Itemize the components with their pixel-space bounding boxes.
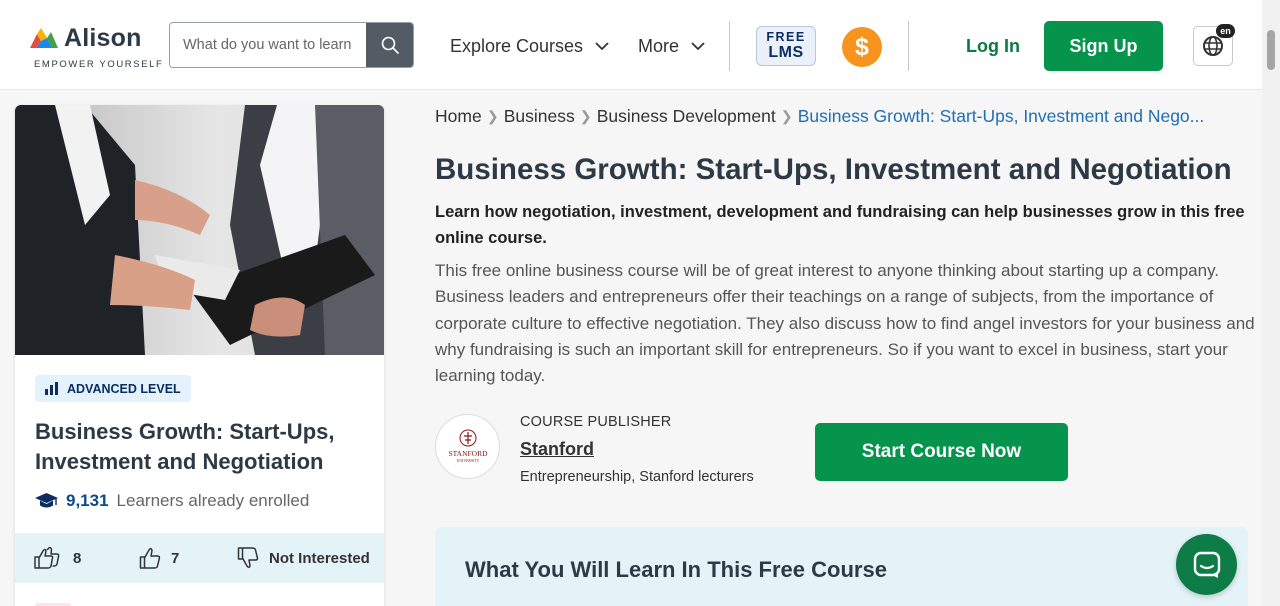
- course-card: ADVANCED LEVEL Business Growth: Start-Up…: [15, 105, 384, 606]
- more-label: More: [638, 36, 680, 56]
- globe-icon: [1203, 36, 1223, 56]
- search-input[interactable]: [170, 23, 367, 67]
- stanford-seal-icon: STANFORD UNIVERSITY: [448, 429, 488, 463]
- language-badge: en: [1216, 24, 1235, 38]
- rating-bar: 8 7 Not Interested: [15, 533, 384, 583]
- signup-button[interactable]: Sign Up: [1044, 21, 1163, 71]
- card-course-title: Business Growth: Start-Ups, Investment a…: [35, 419, 335, 474]
- header-divider: [729, 21, 730, 71]
- learners-count: 9,131: [66, 491, 109, 510]
- likes-button[interactable]: 8: [33, 547, 81, 569]
- breadcrumb-home[interactable]: Home: [435, 106, 482, 127]
- search-box: [169, 22, 414, 68]
- explore-courses-label: Explore Courses: [450, 36, 584, 56]
- breadcrumb-current[interactable]: Business Growth: Start-Ups, Investment a…: [798, 106, 1205, 127]
- not-interested-label: Not Interested: [269, 549, 370, 567]
- stanford-logo-sub: UNIVERSITY: [456, 459, 479, 463]
- likes-count: 8: [73, 549, 82, 567]
- what-you-will-learn-section: What You Will Learn In This Free Course: [435, 527, 1248, 606]
- logo-tagline: EMPOWER YOURSELF: [34, 59, 164, 70]
- breadcrumb-business[interactable]: Business: [504, 106, 575, 127]
- free-lms-line2: LMS: [768, 43, 804, 61]
- publisher-label: COURSE PUBLISHER: [520, 414, 672, 430]
- alison-logo[interactable]: Alison EMPOWER YOURSELF: [30, 24, 162, 72]
- thumbs-down-icon: [237, 547, 259, 569]
- scrollbar-thumb[interactable]: [1267, 30, 1275, 70]
- more-menu[interactable]: More: [638, 36, 705, 57]
- publisher-description: Entrepreneurship, Stanford lecturers: [520, 469, 754, 485]
- alison-logo-icon: [30, 28, 58, 48]
- top-header: Alison EMPOWER YOURSELF Explore Courses …: [0, 0, 1262, 90]
- search-button[interactable]: [366, 23, 413, 67]
- not-interested-button[interactable]: Not Interested: [237, 547, 370, 569]
- stanford-logo-text: STANFORD: [448, 449, 488, 458]
- learn-heading: What You Will Learn In This Free Course: [465, 557, 887, 582]
- logo-wordmark: Alison: [64, 24, 142, 52]
- graduation-cap-icon: [35, 492, 58, 507]
- search-icon: [381, 36, 399, 54]
- thumbs-up-count: 7: [171, 549, 180, 567]
- chevron-down-icon: [595, 42, 609, 51]
- course-subtitle: Learn how negotiation, investment, devel…: [435, 203, 1245, 247]
- publisher-name-link[interactable]: Stanford: [520, 439, 594, 460]
- breadcrumb-business-development[interactable]: Business Development: [597, 106, 776, 127]
- stanford-logo[interactable]: STANFORD UNIVERSITY: [435, 414, 500, 479]
- learners-text: Learners already enrolled: [116, 491, 310, 510]
- login-link[interactable]: Log In: [966, 36, 1020, 57]
- thumbs-up-icon: [139, 547, 161, 569]
- chat-button[interactable]: [1176, 534, 1237, 595]
- breadcrumb: Home ❯ Business ❯ Business Development ❯…: [435, 106, 1204, 127]
- chevron-down-icon: [691, 42, 705, 51]
- bar-chart-icon: [45, 382, 58, 395]
- course-image: [15, 105, 384, 355]
- level-badge: ADVANCED LEVEL: [35, 375, 191, 402]
- chevron-right-icon: ❯: [780, 108, 793, 124]
- free-lms-line1: FREE: [766, 30, 806, 45]
- level-label: ADVANCED LEVEL: [67, 381, 181, 396]
- start-course-button[interactable]: Start Course Now: [815, 423, 1068, 481]
- multi-thumbs-up-icon: [34, 547, 60, 569]
- chat-icon: [1193, 551, 1220, 578]
- course-description: This free online business course will be…: [435, 261, 1255, 386]
- language-selector[interactable]: en: [1193, 24, 1235, 66]
- free-lms-button[interactable]: FREE LMS: [756, 26, 816, 66]
- header-divider: [908, 21, 909, 71]
- chevron-right-icon: ❯: [486, 108, 499, 124]
- page-title: Business Growth: Start-Ups, Investment a…: [435, 153, 1232, 186]
- explore-courses-menu[interactable]: Explore Courses: [450, 36, 609, 57]
- enrolled-count: 9,131 Learners already enrolled: [35, 491, 309, 511]
- chevron-right-icon: ❯: [579, 108, 592, 124]
- dollar-coin-icon[interactable]: $: [842, 27, 882, 67]
- thumbs-up-button[interactable]: 7: [139, 547, 179, 569]
- page-scrollbar[interactable]: [1262, 0, 1280, 606]
